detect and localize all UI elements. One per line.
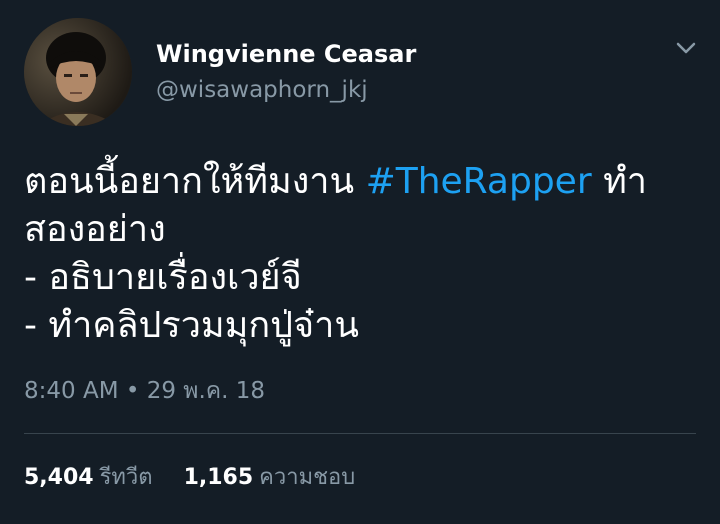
- likes-label: ความชอบ: [259, 465, 356, 490]
- tweet-text-segment: ตอนนี้อยากให้ทีมงาน: [24, 161, 366, 202]
- tweet-timestamp[interactable]: 8:40 AM • 29 พ.ค. 18: [24, 373, 265, 409]
- likes-stat[interactable]: 1,165 ความชอบ: [184, 459, 356, 494]
- hashtag-link[interactable]: #TheRapper: [366, 161, 592, 202]
- tweet-stats: 5,404 รีทวีต 1,165 ความชอบ: [24, 459, 379, 494]
- user-handle[interactable]: @wisawaphorn_jkj: [156, 77, 368, 103]
- tweet-text-segment: ทำ: [591, 161, 648, 202]
- tweet-text: ตอนนี้อยากให้ทีมงาน #TheRapper ทำ สองอย่…: [24, 158, 704, 350]
- divider: [24, 433, 696, 434]
- likes-count: 1,165: [183, 465, 254, 490]
- avatar[interactable]: [24, 18, 132, 126]
- retweets-count: 5,404: [24, 465, 94, 490]
- retweets-label: รีทวีต: [99, 465, 153, 490]
- tweet-line-4: - ทำคลิปรวมมุกปู่จ๋าน: [24, 305, 359, 346]
- tweet-line-2: สองอย่าง: [24, 209, 166, 250]
- chevron-down-icon[interactable]: [672, 34, 700, 62]
- display-name[interactable]: Wingvienne Ceasar: [156, 40, 416, 68]
- tweet-line-1: ตอนนี้อยากให้ทีมงาน #TheRapper ทำ: [24, 158, 704, 206]
- retweets-stat[interactable]: 5,404 รีทวีต: [24, 459, 153, 494]
- tweet-line-3: - อธิบายเรื่องเวย์จี: [24, 257, 302, 298]
- avatar-image: [24, 18, 132, 126]
